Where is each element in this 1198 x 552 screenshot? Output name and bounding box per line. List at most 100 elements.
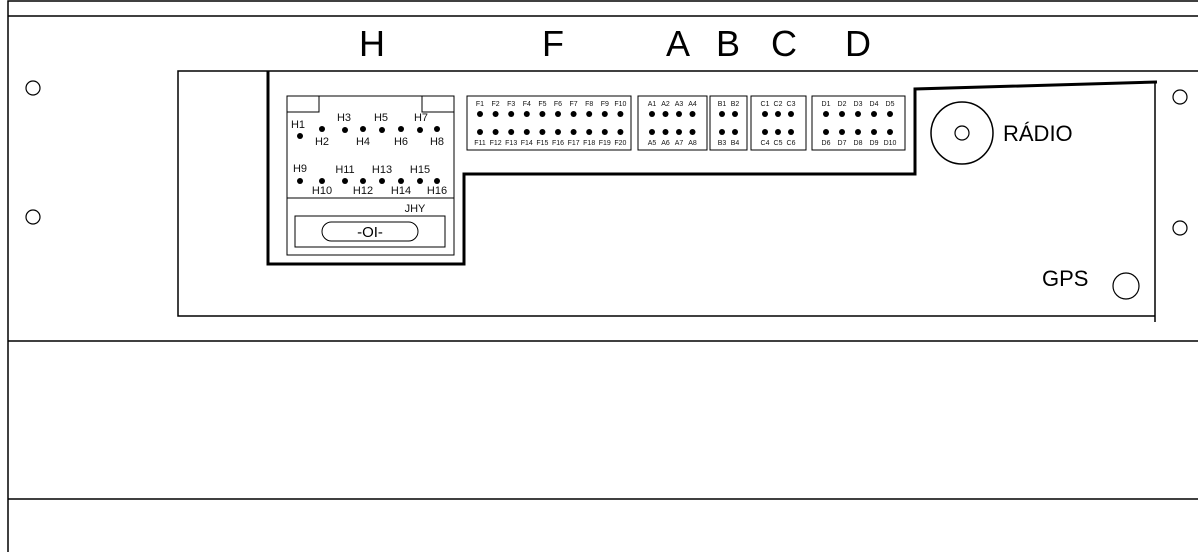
pin-f17 <box>570 129 577 135</box>
pin-label-a2: A2 <box>661 101 670 108</box>
pin-h13 <box>379 178 385 184</box>
pin-h7 <box>417 127 423 133</box>
pin-c1 <box>762 111 768 117</box>
pin-f8 <box>586 111 593 117</box>
pin-f2 <box>492 111 499 117</box>
pin-label-f12: F12 <box>490 140 502 147</box>
connector-h: JHY -OI- H1 H3 H5 H7 H2 H4 H6 H8 H9 H11 H13 H15 H10 H… <box>286 95 455 256</box>
pin-label-a5: A5 <box>648 140 657 147</box>
pin-c4 <box>762 129 768 135</box>
pin-c6 <box>788 129 794 135</box>
pin-d8 <box>855 129 861 135</box>
pin-label-b4: B4 <box>731 140 740 147</box>
pin-a3 <box>676 111 682 117</box>
pin-label-b2: B2 <box>731 101 740 108</box>
mount-hole-left-bottom <box>25 209 41 225</box>
pin-label-h8: H8 <box>430 136 444 148</box>
pin-label-f11: F11 <box>474 140 486 147</box>
pin-f18 <box>586 129 593 135</box>
mount-hole-right-top <box>1172 89 1188 105</box>
pin-h3 <box>342 127 348 133</box>
pin-f15 <box>539 129 546 135</box>
fuse-symbol: -OI- <box>357 224 383 241</box>
gps-port <box>1112 272 1140 300</box>
pin-label-c6: C6 <box>787 140 796 147</box>
pin-label-f4: F4 <box>523 101 531 108</box>
pin-f1 <box>477 111 483 117</box>
pin-label-c2: C2 <box>774 101 783 108</box>
header-d: D <box>845 23 871 64</box>
pin-label-f8: F8 <box>585 101 593 108</box>
pin-h5 <box>379 127 385 133</box>
pin-label-a8: A8 <box>688 140 697 147</box>
pin-label-h9: H9 <box>293 163 307 175</box>
pin-d1 <box>823 111 829 117</box>
outer-frame <box>7 0 1198 552</box>
header-a: A <box>666 23 690 64</box>
pin-label-f2: F2 <box>492 101 500 108</box>
connector-b: B1 B2 B3 B4 <box>709 95 748 151</box>
pin-label-f18: F18 <box>583 140 595 147</box>
pin-b1 <box>719 111 725 117</box>
pin-label-h12: H12 <box>353 185 373 197</box>
pin-label-d5: D5 <box>886 101 895 108</box>
pin-d10 <box>887 129 893 135</box>
pin-label-a4: A4 <box>688 101 697 108</box>
pin-label-b3: B3 <box>718 140 727 147</box>
pin-label-h2: H2 <box>315 136 329 148</box>
pin-h12 <box>360 178 366 184</box>
pin-h15 <box>417 178 423 184</box>
pin-label-a3: A3 <box>675 101 684 108</box>
pin-b2 <box>732 111 738 117</box>
pin-label-f7: F7 <box>570 101 578 108</box>
pin-a7 <box>676 129 682 135</box>
header-b: B <box>716 23 740 64</box>
pin-label-d9: D9 <box>870 140 879 147</box>
pin-h1 <box>297 133 303 139</box>
pin-d6 <box>823 129 829 135</box>
pin-label-h7: H7 <box>414 112 428 124</box>
pin-label-f9: F9 <box>601 101 609 108</box>
jhy-label: JHY <box>405 203 426 215</box>
pin-label-a1: A1 <box>648 101 657 108</box>
pin-label-h16: H16 <box>427 185 447 197</box>
header-f: F <box>542 23 564 64</box>
pin-label-c4: C4 <box>761 140 770 147</box>
pin-label-d4: D4 <box>870 101 879 108</box>
connector-b-housing <box>709 95 748 151</box>
pin-label-f6: F6 <box>554 101 562 108</box>
pin-label-h3: H3 <box>337 112 351 124</box>
connector-a: A1 A2 A3 A4 A5 A6 A7 A8 <box>637 95 708 151</box>
pin-label-f17: F17 <box>568 140 580 147</box>
pin-label-f16: F16 <box>552 140 564 147</box>
pin-label-d2: D2 <box>838 101 847 108</box>
pin-f14 <box>523 129 530 135</box>
pin-h11 <box>342 178 348 184</box>
pin-label-h10: H10 <box>312 185 332 197</box>
pin-c3 <box>788 111 794 117</box>
pin-label-f3: F3 <box>507 101 515 108</box>
connector-d: D1 D2 D3 D4 D5 D6 D7 D8 D9 D10 <box>811 95 906 151</box>
header-c: C <box>771 23 797 64</box>
pin-label-d7: D7 <box>838 140 847 147</box>
pin-label-d6: D6 <box>822 140 831 147</box>
pin-label-d1: D1 <box>822 101 831 108</box>
pin-label-c1: C1 <box>761 101 770 108</box>
pin-a8 <box>689 129 696 135</box>
pin-label-a7: A7 <box>675 140 684 147</box>
pin-h14 <box>398 178 404 184</box>
pin-label-c5: C5 <box>774 140 783 147</box>
connector-region-outline <box>266 71 1158 266</box>
pin-d2 <box>839 111 845 117</box>
pin-a2 <box>662 111 669 117</box>
pin-label-a6: A6 <box>661 140 670 147</box>
pin-a1 <box>649 111 655 117</box>
pin-h8 <box>434 126 440 132</box>
connector-f: F1 F2 F3 F4 F5 F6 F7 F8 F9 F10 F11 F12 F13 F14 F15 F16 F… <box>466 95 632 151</box>
pin-h16 <box>434 178 440 184</box>
radio-antenna-inner <box>954 125 970 141</box>
pin-label-d10: D10 <box>884 140 897 147</box>
pin-b3 <box>719 129 725 135</box>
pin-label-b1: B1 <box>718 101 727 108</box>
pin-h9 <box>297 178 303 184</box>
